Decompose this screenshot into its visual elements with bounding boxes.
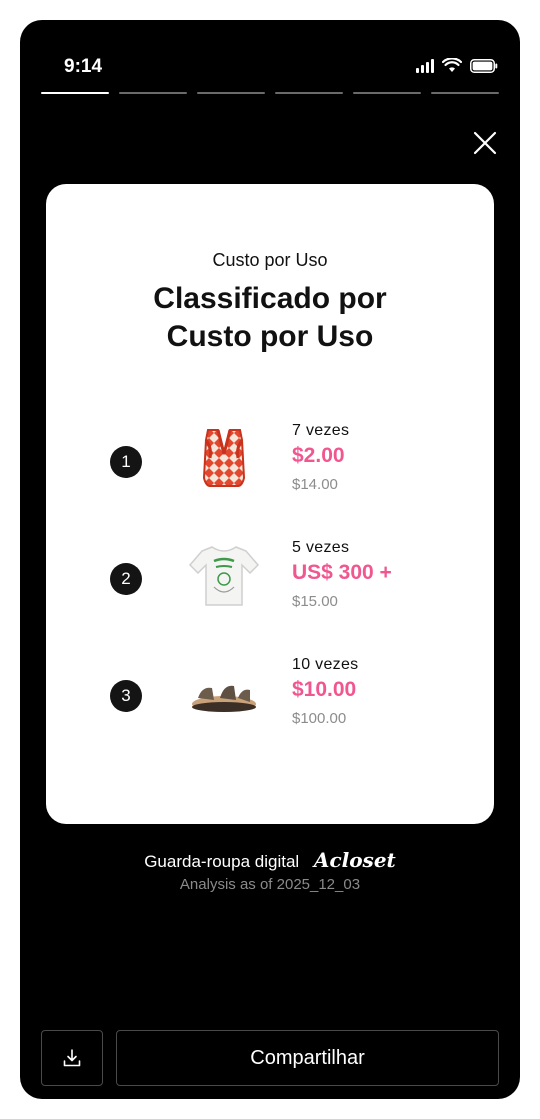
wifi-icon — [442, 58, 462, 72]
progress-segment — [353, 92, 421, 94]
progress-segment — [275, 92, 343, 94]
rank-badge: 3 — [110, 680, 142, 712]
footer-brand-line: Guarda-roupa digital Acloset — [20, 848, 520, 872]
progress-segment — [197, 92, 265, 94]
download-button[interactable] — [41, 1030, 103, 1086]
brand-logo: Acloset — [313, 848, 396, 872]
item-price: $100.00 — [292, 710, 347, 727]
progress-segment — [41, 92, 109, 94]
graphic-tshirt-image — [188, 546, 260, 606]
signal-icon — [416, 59, 434, 73]
cost-per-use-card: Custo por Uso Classificado por Custo por… — [46, 184, 494, 824]
rank-badge: 1 — [110, 446, 142, 478]
analysis-date: Analysis as of 2025_12_03 — [179, 876, 361, 893]
phone-screen: 9:14 Custo por Uso Classificado por Cust… — [20, 20, 520, 1099]
share-button[interactable]: Compartilhar — [116, 1030, 499, 1086]
card-title: Classificado por Custo por Uso — [46, 280, 494, 356]
card-title-line-1: Classificado por — [153, 282, 387, 315]
cost-per-use: $2.00 — [292, 444, 345, 467]
rank-badge: 2 — [110, 563, 142, 595]
story-progress-bar — [41, 92, 499, 94]
ranking-item-3[interactable]: 3 10 vezes $10.00 $100.00 — [46, 652, 494, 742]
status-time: 9:14 — [64, 56, 103, 77]
cost-per-use: US$ 300 + — [292, 561, 392, 584]
usage-count: 10 vezes — [292, 656, 359, 673]
sandals-image — [192, 685, 256, 712]
usage-count: 5 vezes — [292, 539, 350, 556]
card-subtitle: Custo por Uso — [212, 250, 328, 270]
status-icons — [416, 58, 498, 73]
usage-count: 7 vezes — [292, 422, 350, 439]
download-icon — [63, 1049, 81, 1067]
battery-icon — [470, 59, 498, 73]
progress-segment — [431, 92, 499, 94]
cost-per-use: $10.00 — [292, 678, 357, 701]
knit-vest-image — [202, 429, 246, 487]
ranking-item-2[interactable]: 2 5 vezes US$ 300 + $15.00 — [46, 535, 494, 625]
item-price: $15.00 — [292, 593, 338, 610]
footer-label: Guarda-roupa digital — [144, 852, 300, 871]
card-title-line-2: Custo por Uso — [166, 320, 374, 353]
item-price: $14.00 — [292, 476, 338, 493]
close-icon[interactable] — [472, 130, 498, 156]
progress-segment — [119, 92, 187, 94]
ranking-item-1[interactable]: 1 7 vezes $2.00 $14.00 — [46, 418, 494, 508]
